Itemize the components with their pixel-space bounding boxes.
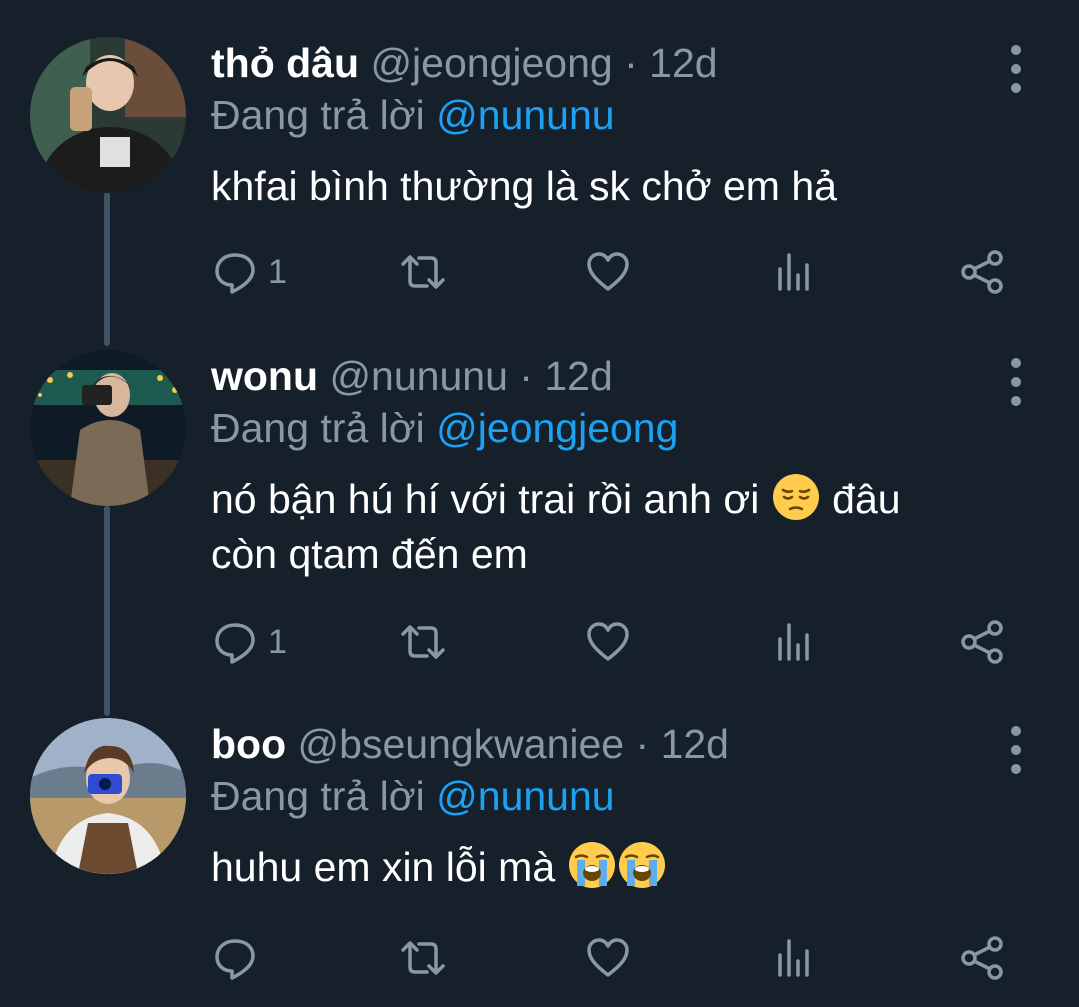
analytics-icon — [778, 623, 809, 661]
tweet-actions: 1 — [0, 242, 1079, 302]
avatar[interactable] — [30, 718, 186, 874]
tweet[interactable]: boo @bseungkwaniee · 12d Đang trả lời @n… — [0, 718, 1079, 1007]
analytics-button[interactable] — [774, 928, 820, 988]
tweet[interactable]: wonu @nununu · 12d Đang trả lời @jeongje… — [0, 350, 1079, 690]
replying-to: Đang trả lời @jeongjeong — [211, 402, 678, 454]
tweet[interactable]: thỏ dâu @jeongjeong · 12d Đang trả lời @… — [0, 37, 1079, 327]
username[interactable]: @nununu — [329, 353, 507, 399]
tweet-text-segment: đâu — [832, 476, 901, 522]
retweet-button[interactable] — [400, 612, 446, 672]
avatar[interactable] — [30, 37, 186, 193]
like-button[interactable] — [585, 242, 631, 302]
timestamp[interactable]: 12d — [661, 721, 729, 767]
reply-icon — [215, 939, 255, 980]
like-button[interactable] — [585, 928, 631, 988]
share-icon — [961, 936, 1003, 980]
more-options-button[interactable] — [1000, 45, 1032, 93]
like-icon — [587, 252, 629, 291]
reply-count: 1 — [268, 622, 287, 661]
separator-dot: · — [624, 40, 638, 86]
mention-link[interactable]: @nununu — [436, 773, 614, 819]
tweet-actions: 1 — [0, 612, 1079, 672]
tweet-actions — [0, 928, 1079, 988]
retweet-icon — [401, 625, 445, 659]
replying-to: Đang trả lời @nununu — [211, 770, 615, 822]
tweet-text-segment: huhu em xin lỗi mà — [211, 844, 556, 890]
reply-thread: thỏ dâu @jeongjeong · 12d Đang trả lời @… — [0, 0, 1079, 1007]
more-options-button[interactable] — [1000, 358, 1032, 406]
reply-button[interactable]: 1 — [212, 612, 287, 672]
timestamp[interactable]: 12d — [544, 353, 612, 399]
avatar-photo — [30, 350, 186, 506]
tweet-text: huhu em xin lỗi mà — [211, 840, 1011, 895]
like-button[interactable] — [585, 612, 631, 672]
separator-dot: · — [519, 353, 533, 399]
retweet-button[interactable] — [400, 928, 446, 988]
reply-icon — [215, 623, 255, 664]
retweet-button[interactable] — [400, 242, 446, 302]
avatar-photo — [30, 37, 186, 193]
replying-to-label: Đang trả lời — [211, 92, 425, 138]
display-name[interactable]: boo — [211, 721, 286, 767]
tweet-header: wonu @nununu · 12d — [211, 350, 613, 402]
username[interactable]: @jeongjeong — [370, 40, 612, 86]
mention-link[interactable]: @nununu — [436, 92, 614, 138]
tweet-text-line: còn qtam đến em — [211, 531, 528, 577]
pensive-face-emoji — [772, 474, 819, 520]
reply-icon — [215, 253, 255, 294]
timestamp[interactable]: 12d — [649, 40, 717, 86]
avatar-photo — [30, 718, 186, 874]
analytics-icon — [778, 939, 809, 977]
tweet-text: khfai bình thường là sk chở em hả — [211, 159, 1011, 214]
loudly-crying-face-emoji — [618, 842, 665, 888]
share-icon — [961, 250, 1003, 294]
like-icon — [587, 622, 629, 661]
like-icon — [587, 938, 629, 977]
display-name[interactable]: wonu — [211, 353, 318, 399]
tweet-text-segment: nó bận hú hí với trai rồi anh ơi — [211, 476, 760, 522]
replying-to-label: Đang trả lời — [211, 405, 425, 451]
avatar[interactable] — [30, 350, 186, 506]
tweet-text: nó bận hú hí với trai rồi anh ơi đâu còn… — [211, 472, 1011, 582]
share-button[interactable] — [959, 242, 1005, 302]
username[interactable]: @bseungkwaniee — [298, 721, 625, 767]
analytics-button[interactable] — [774, 612, 820, 672]
retweet-icon — [401, 255, 445, 289]
mention-link[interactable]: @jeongjeong — [436, 405, 678, 451]
reply-button[interactable]: 1 — [212, 242, 287, 302]
more-options-button[interactable] — [1000, 726, 1032, 774]
share-button[interactable] — [959, 928, 1005, 988]
separator-dot: · — [635, 721, 650, 767]
loudly-crying-face-emoji — [568, 842, 615, 888]
share-button[interactable] — [959, 612, 1005, 672]
analytics-icon — [778, 253, 809, 291]
retweet-icon — [401, 941, 445, 975]
reply-count: 1 — [268, 252, 287, 291]
tweet-text-line: khfai bình thường là sk chở em hả — [211, 163, 837, 209]
tweet-header: thỏ dâu @jeongjeong · 12d — [211, 37, 718, 89]
reply-button[interactable] — [212, 928, 268, 988]
replying-to: Đang trả lời @nununu — [211, 89, 615, 141]
share-icon — [961, 620, 1003, 664]
analytics-button[interactable] — [774, 242, 820, 302]
display-name[interactable]: thỏ dâu — [211, 40, 359, 86]
tweet-header: boo @bseungkwaniee · 12d — [211, 718, 729, 770]
replying-to-label: Đang trả lời — [211, 773, 425, 819]
